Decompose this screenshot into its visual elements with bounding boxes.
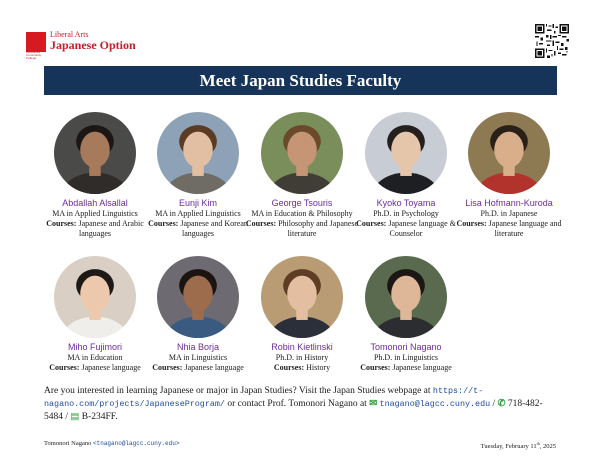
footer-date: Tuesday, February 11th, 2025 bbox=[481, 440, 556, 451]
faculty-degree: Ph.D. in Psychology bbox=[373, 209, 439, 218]
courses-text: Japanese and Arabic languages bbox=[76, 219, 144, 238]
faculty-photo bbox=[157, 256, 239, 338]
faculty-courses: Courses: Japanese language & Counselor bbox=[346, 219, 466, 239]
faculty-courses: Courses: Japanese and Arabic languages bbox=[35, 219, 155, 239]
faculty-name: Nhia Borja bbox=[176, 342, 220, 352]
title-banner: Meet Japan Studies Faculty bbox=[44, 66, 557, 95]
footer-author: Tomonori Nagano <tnagano@lagcc.cuny.edu> bbox=[44, 440, 179, 448]
faculty-card-nhia-borja: Nhia Borja MA in Linguistics Courses: Ja… bbox=[138, 256, 258, 373]
faculty-degree: Ph.D. in History bbox=[275, 353, 329, 362]
faculty-courses: Courses: Japanese language and literatur… bbox=[449, 219, 569, 239]
faculty-photo bbox=[365, 256, 447, 338]
faculty-courses: Courses: Japanese language bbox=[346, 363, 466, 373]
courses-text: Japanese language bbox=[390, 363, 452, 372]
courses-label: Courses: bbox=[356, 219, 387, 228]
faculty-name: Kyoko Toyama bbox=[376, 198, 436, 208]
faculty-card-eunji-kim: Eunji Kim MA in Applied Linguistics Cour… bbox=[138, 112, 258, 239]
courses-label: Courses: bbox=[49, 363, 80, 372]
faculty-photo bbox=[54, 112, 136, 194]
courses-label: Courses: bbox=[360, 363, 391, 372]
faculty-name: Eunji Kim bbox=[178, 198, 217, 208]
courses-text: Japanese language & Counselor bbox=[386, 219, 456, 238]
phone-icon: ✆ bbox=[497, 399, 506, 409]
faculty-name: Abdallah Alsallal bbox=[62, 198, 128, 208]
footer-author-name: Tomonori Nagano bbox=[44, 440, 94, 447]
separator: / bbox=[490, 399, 498, 409]
footer-date-prefix: Tuesday, February 11 bbox=[480, 443, 537, 451]
faculty-name: Miho Fujimori bbox=[67, 342, 122, 352]
courses-label: Courses: bbox=[245, 219, 277, 228]
envelope-icon: ✉ bbox=[369, 399, 378, 409]
faculty-courses: Courses: Japanese language bbox=[138, 363, 258, 373]
faculty-photo bbox=[261, 112, 343, 194]
faculty-degree: MA in Linguistics bbox=[168, 353, 228, 362]
contact-paragraph: Are you interested in learning Japanese … bbox=[44, 385, 558, 424]
courses-text: Japanese language bbox=[182, 363, 244, 372]
courses-label: Courses: bbox=[273, 363, 305, 372]
faculty-card-kyoko-toyama: Kyoko Toyama Ph.D. in Psychology Courses… bbox=[346, 112, 466, 239]
faculty-courses: Courses: Japanese language bbox=[35, 363, 155, 373]
courses-text: History bbox=[304, 363, 331, 372]
faculty-courses: Courses: History bbox=[242, 363, 362, 373]
faculty-degree: MA in Education & Philosophy bbox=[251, 209, 353, 218]
faculty-card-robin-kietlinski: Robin Kietlinski Ph.D. in History Course… bbox=[242, 256, 362, 373]
faculty-degree: MA in Education bbox=[67, 353, 123, 362]
faculty-photo bbox=[54, 256, 136, 338]
courses-label: Courses: bbox=[152, 363, 183, 372]
faculty-courses: Courses: Philosophy and Japanese literat… bbox=[242, 219, 362, 239]
courses-label: Courses: bbox=[148, 219, 179, 228]
faculty-photo bbox=[261, 256, 343, 338]
faculty-photo bbox=[157, 112, 239, 194]
courses-text: Japanese language and literature bbox=[486, 219, 562, 238]
faculty-degree: Ph.D. in Japanese bbox=[480, 209, 538, 218]
faculty-card-george-tsouris: George Tsouris MA in Education & Philoso… bbox=[242, 112, 362, 239]
footer-date-suffix: , 2025 bbox=[539, 443, 556, 451]
faculty-name: George Tsouris bbox=[271, 198, 333, 208]
footer-author-email[interactable]: <tnagano@lagcc.cuny.edu> bbox=[93, 440, 179, 447]
office-room: B-234FF. bbox=[81, 412, 118, 422]
qr-code-icon[interactable] bbox=[535, 24, 569, 58]
email-link[interactable]: tnagano@lagcc.cuny.edu bbox=[380, 399, 491, 409]
faculty-card-miho-fujimori: Miho Fujimori MA in Education Courses: J… bbox=[35, 256, 155, 373]
faculty-courses: Courses: Japanese and Korean languages bbox=[138, 219, 258, 239]
faculty-card-tomonori-nagano: Tomonori Nagano Ph.D. in Linguistics Cou… bbox=[346, 256, 466, 373]
faculty-degree: MA in Applied Linguistics bbox=[155, 209, 241, 218]
building-icon: ▤ bbox=[70, 412, 80, 422]
logo-japanese-option: Japanese Option bbox=[50, 38, 136, 52]
faculty-name: Tomonori Nagano bbox=[370, 342, 442, 352]
courses-label: Courses: bbox=[456, 219, 487, 228]
contact-text: or contact Prof. Tomonori Nagano at bbox=[224, 399, 370, 409]
faculty-name: Lisa Hofmann-Kuroda bbox=[465, 198, 553, 208]
contact-intro-text: Are you interested in learning Japanese … bbox=[44, 386, 433, 396]
faculty-card-abdallah-alsallal: Abdallah Alsallal MA in Applied Linguist… bbox=[35, 112, 155, 239]
page-title: Meet Japan Studies Faculty bbox=[199, 70, 402, 90]
courses-label: Courses: bbox=[46, 219, 77, 228]
college-logo-mark bbox=[26, 32, 46, 52]
logo-mark-caption: LaGuardia Community College bbox=[26, 50, 42, 60]
faculty-degree: MA in Applied Linguistics bbox=[52, 209, 138, 218]
faculty-photo bbox=[365, 112, 447, 194]
courses-text: Japanese language bbox=[79, 363, 141, 372]
courses-text: Japanese and Korean languages bbox=[178, 219, 248, 238]
faculty-name: Robin Kietlinski bbox=[271, 342, 333, 352]
faculty-card-lisa-hofmann-kuroda: Lisa Hofmann-Kuroda Ph.D. in Japanese Co… bbox=[449, 112, 569, 239]
faculty-degree: Ph.D. in Linguistics bbox=[373, 353, 438, 362]
college-logo: LaGuardia Community College Liberal Arts… bbox=[26, 30, 141, 60]
faculty-photo bbox=[468, 112, 550, 194]
